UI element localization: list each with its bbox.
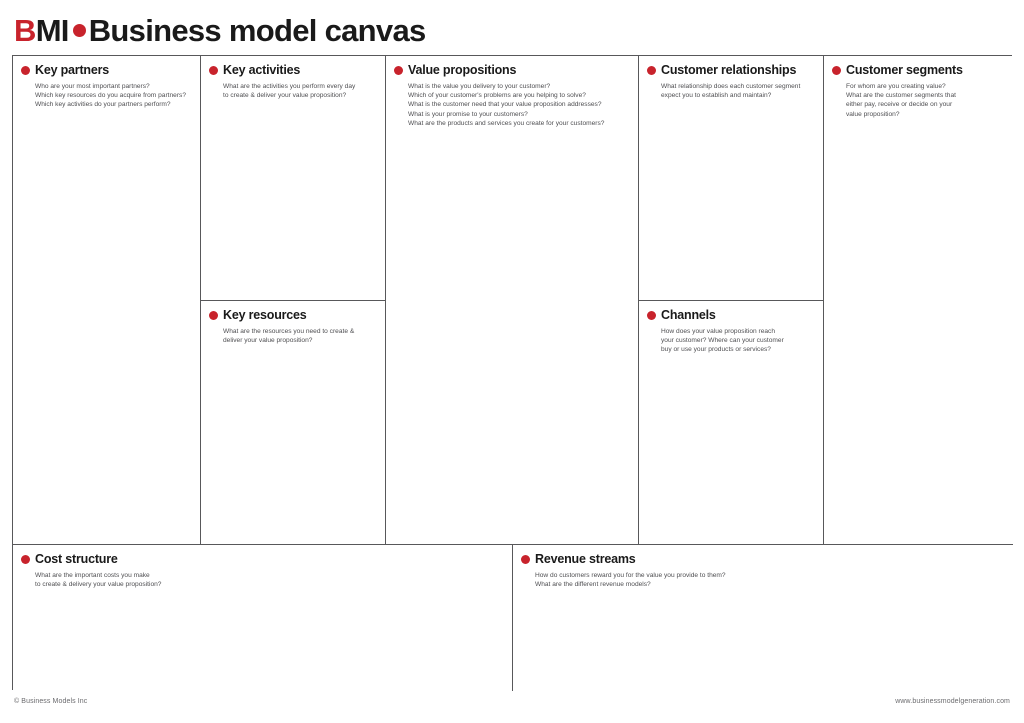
red-dot-icon <box>394 66 403 76</box>
question-line: value proposition? <box>846 110 900 118</box>
block-questions: How do customers reward you for the valu… <box>513 567 1013 590</box>
question-line: How do customers reward you for the valu… <box>535 571 726 579</box>
red-dot-icon <box>209 66 218 76</box>
block-title: Key resources <box>223 308 307 322</box>
red-dot-icon <box>21 66 30 76</box>
question-line: What are the customer segments that <box>846 92 956 100</box>
question-line: What are the products and services you c… <box>408 120 605 128</box>
block-questions: Who are your most important partners? Wh… <box>13 78 200 110</box>
question-line: deliver your value proposition? <box>223 337 313 345</box>
question-line: Which key activities do your partners pe… <box>35 101 171 109</box>
red-dot-icon <box>521 555 530 565</box>
block-header: Key partners <box>13 56 200 78</box>
red-dot-icon <box>21 555 30 565</box>
question-line: Which key resources do you acquire from … <box>35 92 186 100</box>
red-dot-icon <box>647 66 656 76</box>
copyright-text: © Business Models Inc <box>14 698 88 705</box>
question-line: What relationship does each customer seg… <box>661 82 801 90</box>
page-footer: © Business Models Inc www.businessmodelg… <box>14 698 1010 705</box>
question-line: Which of your customer's problems are yo… <box>408 92 586 100</box>
canvas-block-key-resources[interactable]: Key resources What are the resources you… <box>201 301 386 545</box>
question-line: What is the customer need that your valu… <box>408 101 602 109</box>
block-title: Key activities <box>223 63 301 77</box>
website-link[interactable]: www.businessmodelgeneration.com <box>895 698 1010 705</box>
business-model-canvas-grid: Key partners Who are your most important… <box>12 55 1013 691</box>
block-title: Channels <box>661 308 716 322</box>
block-questions: How does your value proposition reach yo… <box>639 323 823 355</box>
bmi-logo: B MI Business model canvas <box>14 15 426 46</box>
question-line: What are the different revenue models? <box>535 581 651 589</box>
red-dot-icon <box>832 66 841 76</box>
question-line: What are the resources you need to creat… <box>223 327 355 335</box>
red-dot-icon <box>72 23 86 37</box>
question-line: expect you to establish and maintain? <box>661 92 772 100</box>
block-questions: What are the important costs you make to… <box>13 567 512 590</box>
question-line: What is the value you delivery to your c… <box>408 82 551 90</box>
block-title: Customer relationships <box>661 63 797 77</box>
block-title: Cost structure <box>35 552 118 566</box>
canvas-block-customer-relationships[interactable]: Customer relationships What relationship… <box>639 56 824 301</box>
question-line: to create & deliver your value propositi… <box>223 92 347 100</box>
block-header: Customer segments <box>824 56 1013 78</box>
page-title: Business model canvas <box>88 12 426 48</box>
logo-letters-mi: MI <box>35 12 70 48</box>
block-questions: What are the resources you need to creat… <box>201 323 385 346</box>
question-line: What are the activities you perform ever… <box>223 82 356 90</box>
question-line: How does your value proposition reach <box>661 327 775 335</box>
block-title: Revenue streams <box>535 552 636 566</box>
question-line: your customer? Where can your customer <box>661 337 784 345</box>
canvas-block-key-partners[interactable]: Key partners Who are your most important… <box>13 56 201 545</box>
question-line: For whom are you creating value? <box>846 82 946 90</box>
block-questions: What relationship does each customer seg… <box>639 78 823 101</box>
block-header: Cost structure <box>13 545 512 567</box>
question-line: either pay, receive or decide on your <box>846 101 953 109</box>
canvas-block-channels[interactable]: Channels How does your value proposition… <box>639 301 824 545</box>
block-header: Channels <box>639 301 823 323</box>
red-dot-icon <box>647 311 656 321</box>
question-line: to create & delivery your value proposit… <box>35 581 162 589</box>
block-questions: For whom are you creating value? What ar… <box>824 78 1013 119</box>
page-header: B MI Business model canvas <box>14 10 426 50</box>
question-line: buy or use your products or services? <box>661 346 771 354</box>
block-header: Key resources <box>201 301 385 323</box>
block-header: Key activities <box>201 56 385 78</box>
block-header: Customer relationships <box>639 56 823 78</box>
question-line: What is your promise to your customers? <box>408 110 528 118</box>
canvas-block-customer-segments[interactable]: Customer segments For whom are you creat… <box>824 56 1013 545</box>
question-line: What are the important costs you make <box>35 571 150 579</box>
block-header: Revenue streams <box>513 545 1013 567</box>
canvas-block-key-activities[interactable]: Key activities What are the activities y… <box>201 56 386 301</box>
block-title: Key partners <box>35 63 110 77</box>
block-title: Value propositions <box>408 63 517 77</box>
block-header: Value propositions <box>386 56 638 78</box>
canvas-block-value-propositions[interactable]: Value propositions What is the value you… <box>386 56 639 545</box>
logo-letter-b: B <box>14 12 36 48</box>
canvas-block-revenue-streams[interactable]: Revenue streams How do customers reward … <box>513 545 1013 691</box>
canvas-block-cost-structure[interactable]: Cost structure What are the important co… <box>13 545 513 691</box>
block-title: Customer segments <box>846 63 963 77</box>
question-line: Who are your most important partners? <box>35 82 150 90</box>
block-questions: What are the activities you perform ever… <box>201 78 385 101</box>
red-dot-icon <box>209 311 218 321</box>
block-questions: What is the value you delivery to your c… <box>386 78 638 129</box>
